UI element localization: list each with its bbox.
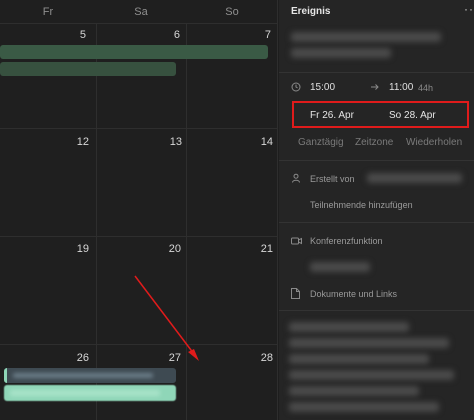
start-date[interactable]: Fr 26. Apr — [310, 110, 354, 121]
person-icon — [291, 173, 301, 186]
event-panel: Ereignis ··· 15:00 11:00 44h Fr 26. Apr … — [279, 0, 474, 420]
event-title-redacted — [291, 48, 391, 58]
panel-title: Ereignis — [291, 6, 331, 17]
add-participants-link[interactable]: Teilnehmende hinzufügen — [310, 200, 413, 210]
more-options-button[interactable]: ··· — [464, 2, 474, 16]
description-redacted — [289, 338, 449, 348]
documents-label[interactable]: Dokumente und Links — [310, 289, 397, 299]
document-icon — [291, 288, 300, 302]
description-redacted — [289, 322, 409, 332]
conference-link-redacted[interactable] — [310, 262, 370, 272]
event-title-redacted[interactable] — [291, 32, 441, 42]
all-day-option[interactable]: Ganztägig — [298, 137, 344, 148]
arrow-right-icon — [370, 82, 380, 95]
duration-label: 44h — [418, 83, 434, 93]
conference-label[interactable]: Konferenzfunktion — [310, 236, 383, 246]
timezone-option[interactable]: Zeitzone — [355, 137, 393, 148]
divider — [279, 222, 474, 223]
end-date[interactable]: So 28. Apr — [389, 110, 436, 121]
calendar-grid: Fr Sa So 5 6 7 12 13 14 19 20 21 26 27 2… — [0, 0, 278, 420]
divider — [279, 160, 474, 161]
clock-icon — [291, 82, 301, 95]
video-icon — [291, 236, 302, 249]
divider — [279, 72, 474, 73]
description-redacted — [289, 370, 454, 380]
annotation-arrow — [134, 275, 199, 361]
description-redacted — [289, 386, 419, 396]
created-by-label: Erstellt von — [310, 174, 355, 184]
end-time[interactable]: 11:00 — [389, 82, 413, 93]
start-time[interactable]: 15:00 — [310, 82, 335, 93]
creator-name-redacted — [367, 173, 462, 183]
description-redacted — [289, 354, 429, 364]
repeat-option[interactable]: Wiederholen — [406, 137, 462, 148]
divider — [279, 310, 474, 311]
description-redacted — [289, 402, 439, 412]
